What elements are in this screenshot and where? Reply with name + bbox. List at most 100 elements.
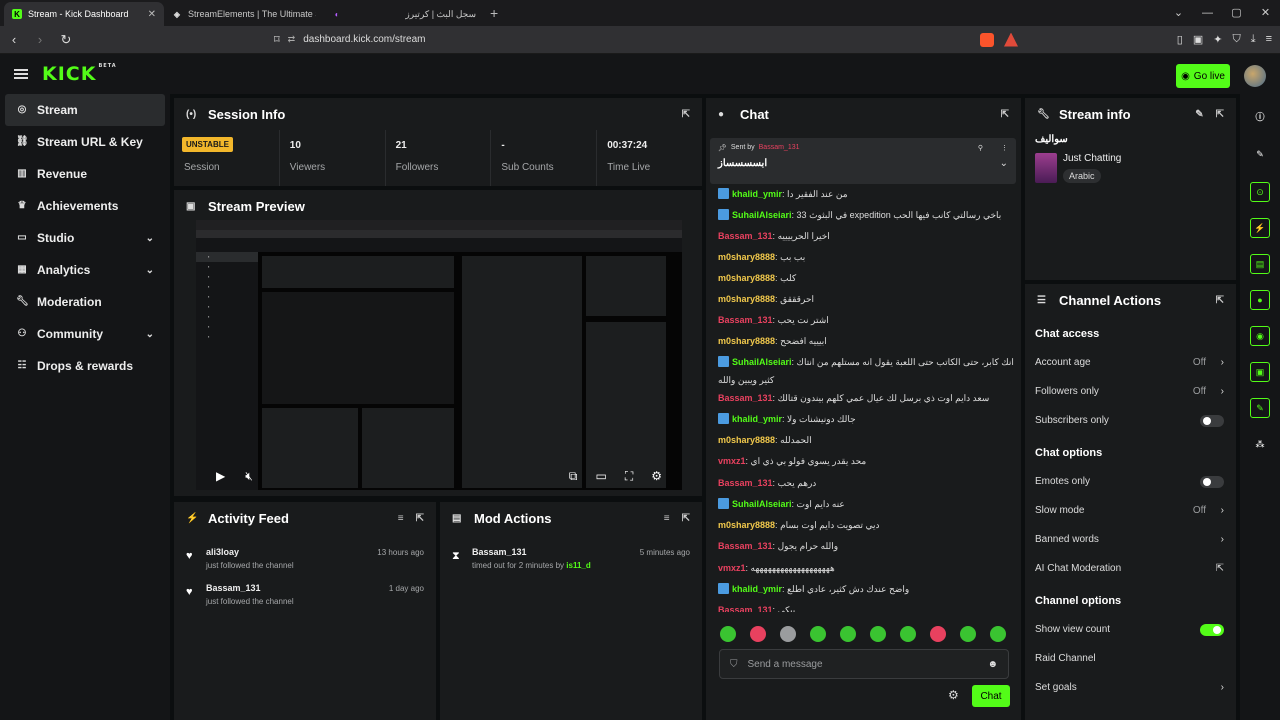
kick-logo[interactable]: KICK BETA <box>42 63 117 85</box>
chevron-down-icon[interactable]: ⌄ <box>1164 0 1193 26</box>
avatar[interactable] <box>1244 65 1266 87</box>
setting-row[interactable]: Followers only Off › <box>1025 377 1236 406</box>
chevron-down-icon[interactable]: ⌄ <box>1000 158 1008 169</box>
sidebar-item-moderation[interactable]: 🔧︎ Moderation <box>0 286 170 318</box>
fullscreen-icon[interactable]: ⛶ <box>625 469 633 484</box>
chat-username[interactable]: Bassam_131 <box>718 605 773 612</box>
chat-username[interactable]: vmxz1 <box>718 563 746 573</box>
clipboard-icon[interactable]: ▤ <box>1250 254 1270 274</box>
menu-icon[interactable]: ≡ <box>1266 33 1272 46</box>
sidebar-item-achievements[interactable]: ♛ Achievements <box>0 190 170 222</box>
edit-pencil-icon[interactable]: ✎ <box>1195 109 1203 120</box>
send-chat-button[interactable]: Chat <box>972 685 1010 707</box>
brave-shield-icon[interactable] <box>980 32 994 47</box>
setting-row[interactable]: Slow mode Off › <box>1025 496 1236 525</box>
setting-row[interactable]: Show view count <box>1025 615 1236 644</box>
chat-username[interactable]: Bassam_131 <box>718 478 773 488</box>
toggle-switch[interactable] <box>1200 475 1224 488</box>
emote-icon[interactable] <box>990 626 1006 642</box>
lightning-icon[interactable]: ⚡ <box>1250 218 1270 238</box>
chat-message[interactable]: m0shary8888: الحمدلله <box>718 434 1015 446</box>
reload-icon[interactable]: ↻ <box>60 32 72 48</box>
browser-tab-stream-log[interactable]: ◐ سجل البث | كرتيرز <box>324 2 484 26</box>
theatre-icon[interactable]: ▭ <box>595 469 606 484</box>
moderator-name[interactable]: is11_d <box>566 561 590 570</box>
chat-input-placeholder[interactable]: Send a message <box>748 659 823 670</box>
back-arrow-icon[interactable]: ‹ <box>8 32 20 47</box>
chat-message[interactable]: m0shary8888: كلب <box>718 272 1015 284</box>
leo-icon[interactable]: ✦ <box>1213 33 1222 46</box>
chat-message[interactable]: vmxz1: هههههههههههههههههههه <box>718 562 1015 574</box>
sidebar-item-drops-rewards[interactable]: ☷ Drops & rewards <box>0 350 170 382</box>
chat-message[interactable]: كثير ويبين والله <box>718 374 1015 386</box>
new-tab-plus-icon[interactable]: + <box>490 5 498 21</box>
emote-icon[interactable] <box>750 626 766 642</box>
popout-icon[interactable]: ⇱ <box>1001 109 1009 120</box>
info-icon[interactable]: ⓘ <box>1250 106 1270 126</box>
browser-tab-kick[interactable]: K Stream - Kick Dashboard ✕ <box>4 2 164 26</box>
emote-icon[interactable] <box>720 626 736 642</box>
chat-bubble-icon[interactable]: ● <box>1250 290 1270 310</box>
chat-message[interactable]: Bassam_131: اشتر نت يحب <box>718 314 1015 326</box>
chat-message[interactable]: m0shary8888: ديي تصويت دايم اوت بسام <box>718 519 1015 531</box>
play-icon[interactable]: ▶ <box>216 469 225 483</box>
bookmark-icon[interactable]: ⌑ <box>274 33 280 46</box>
forward-arrow-icon[interactable]: › <box>34 32 46 47</box>
emote-icon[interactable] <box>870 626 886 642</box>
chat-username[interactable]: SuhailAlseiari <box>732 357 792 367</box>
brave-rewards-icon[interactable] <box>1004 32 1018 47</box>
sidebar-item-revenue[interactable]: ▥ Revenue <box>0 158 170 190</box>
address-bar[interactable]: ⌑ ⇄ dashboard.kick.com/stream <box>274 29 964 51</box>
sidebar-toggle-icon[interactable]: ▯ <box>1177 33 1183 46</box>
chat-message[interactable]: m0shary8888: احرقققق <box>718 293 1015 305</box>
window-close-icon[interactable]: ✕ <box>1251 0 1280 26</box>
pip-icon[interactable]: ⧉ <box>569 469 578 484</box>
minimize-icon[interactable]: — <box>1193 0 1222 26</box>
chat-username[interactable]: vmxz1 <box>718 456 746 466</box>
emote-icon[interactable] <box>840 626 856 642</box>
emote-icon[interactable] <box>780 626 796 642</box>
popout-icon[interactable]: ⇱ <box>1216 109 1224 120</box>
emote-icon[interactable] <box>930 626 946 642</box>
setting-row[interactable]: AI Chat Moderation ⇱ <box>1025 554 1236 583</box>
chat-message[interactable]: khalid_ymir: جالك دونيشنات ولا <box>718 413 1015 425</box>
sidebar-item-community[interactable]: ⚇ Community ⌄ <box>0 318 170 350</box>
session-info-icon[interactable]: ⊙ <box>1250 182 1270 202</box>
site-info-icon[interactable]: ⇄ <box>288 34 296 45</box>
emoji-icon[interactable]: ☻ <box>987 659 998 670</box>
url-text[interactable]: dashboard.kick.com/stream <box>303 34 425 45</box>
chat-message[interactable]: m0shary8888: ابيييه افضحح <box>718 335 1015 347</box>
integrations-icon[interactable]: ⁂ <box>1250 434 1270 454</box>
toggle-switch[interactable] <box>1200 623 1224 636</box>
wrench-icon[interactable]: ✎ <box>1250 398 1270 418</box>
filter-icon[interactable]: ≡ <box>398 513 404 524</box>
setting-row[interactable]: Account age Off › <box>1025 348 1236 377</box>
pin-icon[interactable]: ⚲ <box>978 144 983 152</box>
emote-icon[interactable] <box>810 626 826 642</box>
setting-row[interactable]: Subscribers only <box>1025 406 1236 435</box>
chat-message[interactable]: khalid_ymir: من عند الفقير دا <box>718 188 1015 200</box>
chat-username[interactable]: m0shary8888 <box>718 294 775 304</box>
chat-message[interactable]: SuhailAlseiari: عنه دايم اوت <box>718 498 1015 510</box>
sidebar-item-studio[interactable]: ▭ Studio ⌄ <box>0 222 170 254</box>
hamburger-menu-icon[interactable] <box>14 69 28 79</box>
broadcast-icon[interactable]: ◉ <box>1250 326 1270 346</box>
chat-message[interactable]: Bassam_131: بيكي <box>718 604 1015 612</box>
toggle-switch[interactable] <box>1200 414 1224 427</box>
wallet-icon[interactable]: ▣ <box>1193 33 1203 46</box>
sidebar-item-analytics[interactable]: ▦ Analytics ⌄ <box>0 254 170 286</box>
close-icon[interactable]: ✕ <box>148 9 156 20</box>
popout-icon[interactable]: ⇱ <box>682 109 690 120</box>
sidebar-item-stream-url-key[interactable]: ⛓ Stream URL & Key <box>0 126 170 158</box>
setting-row[interactable]: Set goals › <box>1025 673 1236 702</box>
chat-message[interactable]: Bassam_131: اخيرا الحرييييه <box>718 230 1015 242</box>
setting-row[interactable]: Emotes only <box>1025 467 1236 496</box>
vpn-icon[interactable]: ⛉ <box>1232 33 1240 46</box>
edit-pencil-icon[interactable]: ✎ <box>1250 144 1270 164</box>
browser-tab-streamelements[interactable]: ◈ StreamElements | The Ultimate Strea <box>164 2 324 26</box>
chat-username[interactable]: khalid_ymir <box>732 414 782 424</box>
chat-username[interactable]: m0shary8888 <box>718 252 775 262</box>
chat-message[interactable]: Bassam_131: والله حرام يجول <box>718 540 1015 552</box>
chat-username[interactable]: m0shary8888 <box>718 435 775 445</box>
chat-username[interactable]: khalid_ymir <box>732 584 782 594</box>
